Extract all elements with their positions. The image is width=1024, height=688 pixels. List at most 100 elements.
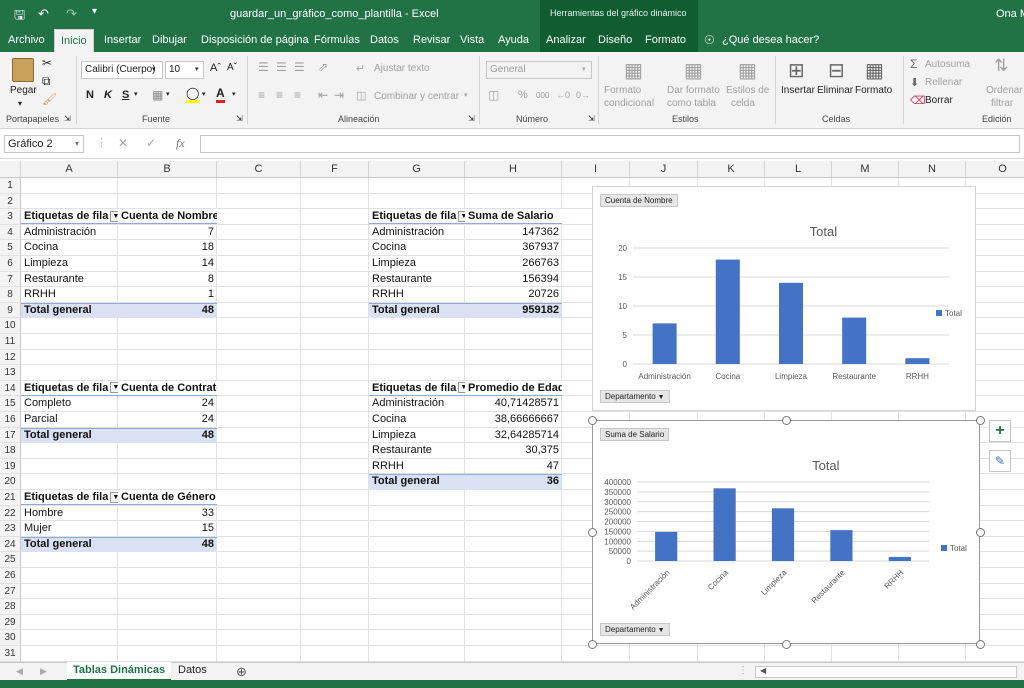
- pivot-edad-value-header[interactable]: Promedio de Edad: [465, 381, 562, 396]
- autosum-button[interactable]: Autosuma: [925, 59, 970, 70]
- redo-icon[interactable]: ↷: [66, 6, 77, 22]
- undo-icon[interactable]: ↶: [38, 6, 49, 22]
- paste-dropdown-icon[interactable]: ▾: [18, 99, 22, 108]
- row-header[interactable]: 23: [0, 521, 21, 537]
- pivot-nombre-total-value[interactable]: 48: [118, 303, 217, 318]
- row-header[interactable]: 1: [0, 178, 21, 194]
- horizontal-scrollbar[interactable]: [755, 666, 1017, 678]
- filter-dropdown-icon[interactable]: ▼: [110, 210, 118, 222]
- column-header[interactable]: J: [630, 161, 698, 178]
- pivot-genero-total-label[interactable]: Total general: [21, 537, 118, 552]
- copy-icon[interactable]: ⧉: [42, 74, 51, 89]
- pivot-salario-row-value[interactable]: 367937: [465, 240, 562, 255]
- borders-icon[interactable]: ▦: [152, 88, 163, 102]
- conditional-format-line1[interactable]: Formato: [604, 85, 641, 96]
- pivot-contrato-value-header[interactable]: Cuenta de Contrato: [118, 381, 217, 396]
- tell-me-search[interactable]: ¿Qué desea hacer?: [722, 29, 819, 52]
- grow-font-icon[interactable]: Aˆ: [210, 62, 221, 74]
- row-header[interactable]: 29: [0, 614, 21, 631]
- column-header[interactable]: K: [698, 161, 765, 178]
- row-header[interactable]: 28: [0, 599, 21, 615]
- chevron-down-icon[interactable]: ▾: [152, 65, 156, 73]
- pivot-genero-row-label[interactable]: Mujer: [21, 521, 118, 536]
- filter-dropdown-icon[interactable]: ▼: [458, 210, 465, 222]
- format-table-icon[interactable]: ▦: [684, 58, 703, 83]
- conditional-format-icon[interactable]: ▦: [624, 58, 643, 83]
- merge-icon[interactable]: ◫: [356, 89, 366, 102]
- pivot-nombre-total-label[interactable]: Total general: [21, 303, 118, 318]
- pivot-nombre-row-value[interactable]: 7: [118, 225, 217, 240]
- column-header[interactable]: B: [118, 161, 217, 178]
- chevron-down-icon[interactable]: ▾: [166, 90, 170, 98]
- pivot-edad-total-label[interactable]: Total general: [369, 474, 465, 489]
- tab-ayuda[interactable]: Ayuda: [498, 29, 529, 52]
- row-header[interactable]: 5: [0, 240, 21, 256]
- row-header[interactable]: 11: [0, 334, 21, 350]
- alignment-launcher-icon[interactable]: ⇲: [468, 114, 475, 123]
- pivot-contrato-row-labels-header[interactable]: Etiquetas de fila ▼: [21, 381, 118, 396]
- bold-button[interactable]: N: [86, 89, 94, 101]
- pivot-contrato-row-value[interactable]: 24: [118, 396, 217, 411]
- filter-dropdown-icon[interactable]: ▼: [110, 491, 118, 503]
- increase-indent-icon[interactable]: ⇥: [334, 88, 344, 102]
- decrease-decimal-icon[interactable]: 0→: [576, 90, 590, 100]
- pivot-genero-row-labels-header[interactable]: Etiquetas de fila ▼: [21, 490, 118, 505]
- font-color-icon[interactable]: A: [216, 87, 225, 103]
- resize-handle[interactable]: [588, 528, 597, 537]
- thousands-button[interactable]: 000: [536, 91, 549, 100]
- customize-toolbar-icon[interactable]: ▾: [92, 6, 97, 17]
- row-header[interactable]: 3: [0, 209, 21, 225]
- sort-filter-line1[interactable]: Ordenar: [986, 85, 1023, 96]
- row-header[interactable]: 8: [0, 287, 21, 303]
- resize-handle[interactable]: [588, 416, 597, 425]
- pivot-chart[interactable]: Suma de Salario Departamento ▼ Total 0 50000…: [588, 416, 985, 649]
- tab-diseno[interactable]: Diseño: [598, 29, 632, 52]
- pivot-edad-row-value[interactable]: 32,64285714: [465, 428, 562, 443]
- align-bottom-icon[interactable]: ☰: [294, 60, 305, 74]
- row-header[interactable]: 21: [0, 490, 21, 506]
- chevron-down-icon[interactable]: ▾: [582, 65, 586, 73]
- fill-icon[interactable]: ⬇: [910, 76, 919, 89]
- row-header[interactable]: 6: [0, 256, 21, 272]
- resize-handle[interactable]: [976, 416, 985, 425]
- row-header[interactable]: 17: [0, 427, 21, 444]
- pivot-nombre-value-header[interactable]: Cuenta de Nombre: [118, 209, 217, 224]
- pivot-edad-row-label[interactable]: RRHH: [369, 459, 465, 474]
- row-header[interactable]: 24: [0, 536, 21, 553]
- eraser-icon[interactable]: ⌫: [910, 94, 926, 107]
- pivot-edad-row-label[interactable]: Restaurante: [369, 443, 465, 458]
- filter-dropdown-icon[interactable]: ▼: [110, 382, 118, 394]
- chevron-down-icon[interactable]: ▾: [464, 91, 468, 99]
- tab-disposicion[interactable]: Disposición de página: [201, 29, 309, 52]
- pivot-salario-row-value[interactable]: 266763: [465, 256, 562, 271]
- pivot-edad-row-value[interactable]: 30,375: [465, 443, 562, 458]
- resize-handle[interactable]: [976, 640, 985, 649]
- column-header[interactable]: N: [899, 161, 966, 178]
- tab-vista[interactable]: Vista: [460, 29, 484, 52]
- pivot-edad-row-label[interactable]: Limpieza: [369, 428, 465, 443]
- tab-insertar[interactable]: Insertar: [104, 29, 141, 52]
- pivot-salario-value-header[interactable]: Suma de Salario: [465, 209, 562, 224]
- row-header[interactable]: 20: [0, 474, 21, 490]
- chevron-down-icon[interactable]: ▾: [232, 90, 236, 98]
- row-header[interactable]: 31: [0, 646, 21, 662]
- pivot-edad-row-labels-header[interactable]: Etiquetas de fila ▼: [369, 381, 465, 396]
- column-header[interactable]: A: [21, 161, 118, 178]
- underline-button[interactable]: S: [122, 89, 129, 101]
- pivot-edad-row-value[interactable]: 47: [465, 459, 562, 474]
- pivot-salario-row-label[interactable]: Limpieza: [369, 256, 465, 271]
- name-box[interactable]: Gráfico 2: [4, 135, 84, 153]
- row-header[interactable]: 26: [0, 568, 21, 584]
- column-header[interactable]: I: [562, 161, 630, 178]
- cell-styles-line2[interactable]: celda: [731, 98, 755, 109]
- pivot-genero-total-value[interactable]: 48: [118, 537, 217, 552]
- pivot-nombre-row-value[interactable]: 8: [118, 272, 217, 287]
- pivot-genero-row-value[interactable]: 15: [118, 521, 217, 536]
- merge-center-button[interactable]: Combinar y centrar: [374, 91, 459, 102]
- currency-icon[interactable]: ◫: [488, 88, 499, 102]
- row-header[interactable]: 18: [0, 443, 21, 459]
- tab-inicio[interactable]: Inicio: [54, 29, 94, 52]
- prev-sheet-icon[interactable]: ◀: [16, 666, 23, 677]
- worksheet-grid[interactable]: A B C F G H I J K L M N O 1 2 3 4 5 6 7 8 9 10 11 12 13 14 15 16 17 18…: [0, 161, 1024, 662]
- tab-formulas[interactable]: Fórmulas: [314, 29, 360, 52]
